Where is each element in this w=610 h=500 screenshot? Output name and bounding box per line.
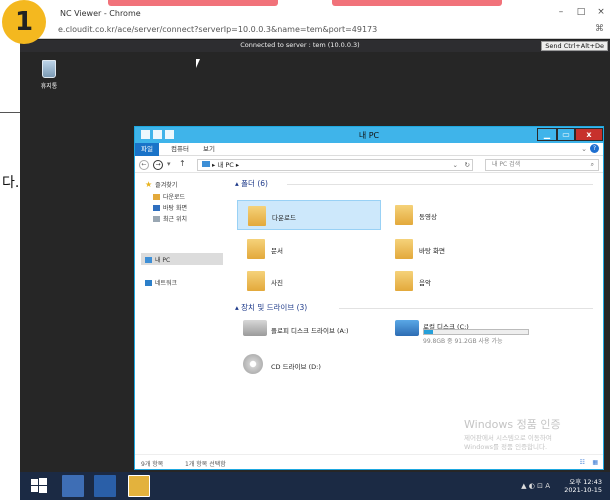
- start-button[interactable]: [28, 475, 54, 497]
- tiles-view-icon[interactable]: ▦: [592, 459, 598, 466]
- send-ctrl-alt-del-button[interactable]: Send Ctrl+Alt+De: [541, 41, 608, 51]
- chrome-window: NC Viewer - Chrome – □ × e.cloudit.co.kr…: [20, 0, 610, 500]
- url-text[interactable]: e.cloudit.co.kr/ace/server/connect?serve…: [58, 25, 377, 34]
- page-text-fragment: 다.: [2, 175, 20, 191]
- tab-file[interactable]: 파일: [135, 143, 159, 156]
- system-tray-icons[interactable]: ▲ ◐ ⊡ A: [521, 482, 550, 490]
- network-icon: [145, 279, 152, 286]
- tab-view[interactable]: 보기: [197, 143, 221, 156]
- desktop-icon: [153, 204, 160, 211]
- document-folder-icon: [247, 239, 265, 259]
- minimize-button[interactable]: –: [554, 7, 568, 17]
- explorer-titlebar: 내 PC ▁ ▭ x: [135, 127, 603, 143]
- windows-logo-icon: [31, 478, 47, 493]
- ribbon: 파일 컴퓨터 보기 ⌄ ?: [135, 143, 603, 156]
- download-folder-icon: [248, 206, 266, 226]
- folders-group-header[interactable]: ▴ 폴더 (6): [235, 178, 268, 189]
- selection-count: 1개 항목 선택함: [185, 461, 226, 468]
- search-placeholder: 내 PC 검색: [492, 161, 521, 168]
- item-count: 9개 항목: [141, 461, 164, 468]
- recycle-bin-label: 휴지통: [40, 83, 58, 90]
- folder-pictures[interactable]: 사진: [237, 266, 381, 296]
- group-divider: [287, 184, 593, 185]
- explorer-title: 내 PC: [358, 131, 380, 140]
- pictures-folder-icon: [247, 271, 265, 291]
- nav-recent[interactable]: 최근 위치: [153, 214, 187, 223]
- close-button[interactable]: ×: [594, 7, 608, 17]
- path-dropdown-icon[interactable]: ⌄: [453, 160, 458, 170]
- computer-icon: [202, 161, 210, 167]
- underlying-page: 다.: [0, 0, 20, 500]
- recent-locations-icon[interactable]: ▾: [167, 160, 171, 168]
- nav-this-pc[interactable]: 내 PC: [145, 255, 170, 264]
- connection-status: Connected to server : tem (10.0.0.3): [240, 41, 360, 49]
- folder-music[interactable]: 음악: [385, 266, 529, 296]
- server-manager-icon[interactable]: [62, 475, 84, 497]
- folder-documents[interactable]: 문서: [237, 234, 381, 264]
- hard-disk-icon: [395, 320, 419, 336]
- drive-floppy[interactable]: 플로피 디스크 드라이브 (A:): [241, 314, 401, 348]
- music-folder-icon: [395, 271, 413, 291]
- folder-desktop[interactable]: 바탕 화면: [385, 234, 529, 264]
- back-button[interactable]: ←: [139, 160, 149, 170]
- clock[interactable]: 오후 12:43 2021-10-15: [564, 478, 602, 494]
- star-icon: ★: [145, 180, 153, 189]
- step-badge: 1: [2, 0, 46, 44]
- up-button[interactable]: ↑: [179, 159, 186, 168]
- navigation-pane: ★ 즐겨찾기 다운로드 바탕 화면 최근 위치 내 PC 네트워크: [135, 174, 227, 452]
- nav-network[interactable]: 네트워크: [145, 278, 177, 287]
- desktop-folder-icon: [395, 239, 413, 259]
- explorer-maximize-button[interactable]: ▭: [557, 128, 575, 141]
- activation-watermark: Windows 정품 인증 제어판에서 시스템으로 이동하여 Windows를 …: [464, 418, 561, 451]
- video-folder-icon: [395, 205, 413, 225]
- powershell-icon[interactable]: [94, 475, 116, 497]
- forward-button[interactable]: →: [153, 160, 163, 170]
- cd-drive-icon: [243, 354, 263, 374]
- help-icon[interactable]: ?: [590, 144, 599, 153]
- group-divider: [339, 308, 593, 309]
- remote-desktop[interactable]: 휴지통 내 PC ▁ ▭ x 파일 컴퓨터 보기 ⌄ ? ← → ▾ ↑ ▸ 내…: [20, 52, 610, 500]
- recycle-bin[interactable]: 휴지통: [36, 60, 62, 90]
- browser-titlebar: NC Viewer - Chrome – □ ×: [20, 6, 610, 21]
- mouse-cursor-icon: [196, 59, 200, 68]
- vnc-toolbar: Connected to server : tem (10.0.0.3) Sen…: [20, 40, 610, 52]
- status-bar: 9개 항목 1개 항목 선택함 ☷ ▦: [135, 454, 603, 470]
- content-pane: ▴ 폴더 (6) 다운로드 동영상 문서 바탕 화면 사진 음악 ▴ 장치 및 …: [231, 174, 601, 452]
- address-path[interactable]: ▸ 내 PC ▸ ⌄ ↻: [197, 159, 473, 171]
- extension-icon[interactable]: ⌘: [595, 24, 604, 34]
- disk-usage-fill: [424, 330, 433, 334]
- search-icon: ⌕: [590, 161, 594, 168]
- drive-cd[interactable]: CD 드라이브 (D:): [241, 350, 401, 384]
- address-bar[interactable]: e.cloudit.co.kr/ace/server/connect?serve…: [20, 21, 610, 39]
- drive-local-c[interactable]: 로컬 디스크 (C:) 99.8GB 중 91.2GB 사용 가능: [393, 314, 553, 348]
- file-explorer-taskbar-icon[interactable]: [128, 475, 150, 497]
- computer-icon: [145, 256, 152, 263]
- disk-usage-bar: [423, 329, 529, 335]
- ribbon-expand-icon[interactable]: ⌄: [581, 145, 587, 153]
- refresh-icon[interactable]: ↻: [465, 160, 470, 170]
- folder-downloads[interactable]: 다운로드: [237, 200, 381, 230]
- navigation-row: ← → ▾ ↑ ▸ 내 PC ▸ ⌄ ↻ 내 PC 검색 ⌕: [135, 157, 603, 173]
- download-folder-icon: [153, 193, 160, 200]
- window-title: NC Viewer - Chrome: [60, 9, 141, 18]
- details-view-icon[interactable]: ☷: [580, 459, 585, 466]
- nav-desktop[interactable]: 바탕 화면: [153, 203, 187, 212]
- divider: [0, 112, 20, 113]
- nav-downloads[interactable]: 다운로드: [153, 192, 185, 201]
- maximize-button[interactable]: □: [574, 7, 588, 17]
- explorer-close-button[interactable]: x: [575, 128, 603, 141]
- drives-group-header[interactable]: ▴ 장치 및 드라이브 (3): [235, 302, 307, 313]
- search-input[interactable]: 내 PC 검색 ⌕: [485, 159, 599, 171]
- floppy-drive-icon: [243, 320, 267, 336]
- folder-videos[interactable]: 동영상: [385, 200, 529, 230]
- tab-computer[interactable]: 컴퓨터: [165, 143, 195, 156]
- path-text: ▸ 내 PC ▸: [212, 161, 240, 169]
- recent-icon: [153, 215, 160, 222]
- recycle-bin-icon: [42, 60, 56, 78]
- nav-favorites[interactable]: ★ 즐겨찾기: [145, 180, 177, 189]
- explorer-minimize-button[interactable]: ▁: [537, 128, 557, 141]
- taskbar: ▲ ◐ ⊡ A 오후 12:43 2021-10-15: [20, 472, 610, 500]
